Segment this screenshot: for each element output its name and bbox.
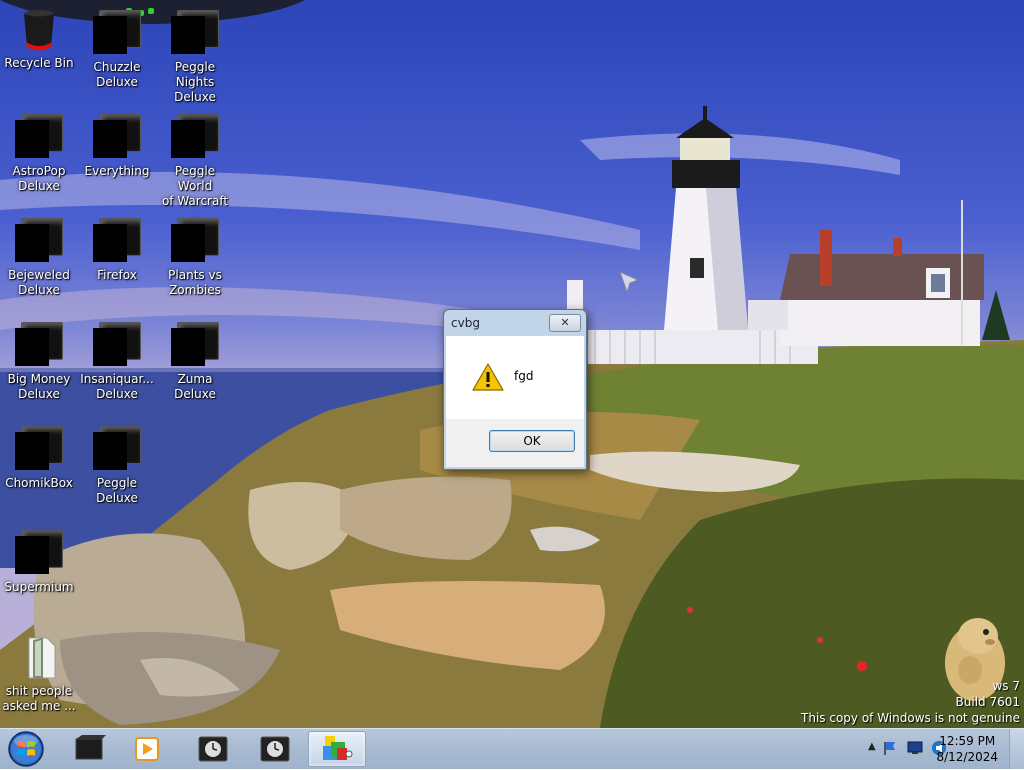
- clock-date: 8/12/2024: [936, 750, 998, 764]
- clock-app-icon: [198, 736, 228, 762]
- plants-vs-zombies-shortcut[interactable]: Plants vs Zombies: [156, 218, 234, 298]
- action-center-flag-icon[interactable]: [882, 740, 898, 756]
- dialog-close-button[interactable]: ✕: [549, 314, 581, 332]
- icon-label: Supermium: [4, 580, 74, 594]
- bejeweled-icon: [15, 218, 63, 266]
- insaniquarium-icon: [93, 322, 141, 370]
- bejeweled-shortcut[interactable]: Bejeweled Deluxe: [0, 218, 78, 298]
- text-file-icon: [15, 634, 63, 682]
- icon-label: Bejeweled Deluxe: [8, 268, 70, 297]
- everything-shortcut[interactable]: Everything: [78, 114, 156, 179]
- taskbar: ▲ 12:59 PM 8/12/2024: [0, 728, 1024, 769]
- taskbar-item-clock-app-2[interactable]: [248, 731, 302, 767]
- icon-label: Plants vs Zombies: [168, 268, 222, 297]
- clock-time: 12:59 PM: [939, 734, 996, 748]
- icon-label: Peggle World of Warcraft ...: [161, 164, 229, 223]
- icon-label: AstroPop Deluxe: [12, 164, 66, 193]
- warning-icon: [472, 363, 504, 391]
- start-button[interactable]: [6, 730, 46, 768]
- chuzzle-deluxe-shortcut[interactable]: Chuzzle Deluxe: [78, 10, 156, 90]
- zuma-deluxe-shortcut[interactable]: Zuma Deluxe: [156, 322, 234, 402]
- message-dialog: cvbg ✕ fgd OK: [443, 309, 587, 470]
- taskbar-clock[interactable]: 12:59 PM 8/12/2024: [936, 733, 998, 765]
- system-tray: ▲ 12:59 PM 8/12/2024: [844, 729, 1024, 769]
- black-box-app-icon: [75, 735, 106, 760]
- icon-label: Recycle Bin: [4, 56, 74, 70]
- supermium-shortcut[interactable]: Supermium: [0, 530, 78, 595]
- firefox-shortcut[interactable]: Firefox: [78, 218, 156, 283]
- insaniquarium-shortcut[interactable]: Insaniquar... Deluxe: [78, 322, 156, 402]
- taskbar-item-media-player[interactable]: [120, 731, 174, 767]
- close-icon: ✕: [560, 316, 570, 329]
- peggle-wow-icon: [171, 114, 219, 162]
- icon-label: ChomikBox: [5, 476, 73, 490]
- recycle-bin-icon: [15, 6, 63, 54]
- watermark-build: Build 7601: [955, 695, 1020, 709]
- taskbar-item-black-box-app[interactable]: [62, 731, 116, 767]
- dialog-body: fgd: [446, 336, 584, 419]
- chomikbox-icon: [15, 426, 63, 474]
- watermark-genuine-notice: This copy of Windows is not genuine: [801, 711, 1020, 725]
- peggle-deluxe-shortcut[interactable]: Peggle Deluxe: [78, 426, 156, 506]
- ok-button[interactable]: OK: [489, 430, 575, 452]
- astropop-shortcut[interactable]: AstroPop Deluxe: [0, 114, 78, 194]
- watermark-line: ws 7: [992, 679, 1020, 693]
- big-money-shortcut[interactable]: Big Money Deluxe: [0, 322, 78, 402]
- peggle-nights-shortcut[interactable]: Peggle Nights Deluxe: [156, 10, 234, 105]
- icon-label: shit people asked me ...: [2, 684, 76, 713]
- peggle-deluxe-icon: [93, 426, 141, 474]
- dialog-title: cvbg: [451, 316, 480, 330]
- icon-label: Chuzzle Deluxe: [93, 60, 141, 89]
- chuzzle-deluxe-icon: [93, 10, 141, 58]
- taskbar-item-active-app[interactable]: [308, 731, 366, 767]
- big-money-icon: [15, 322, 63, 370]
- colorful-shapes-app-icon: [323, 736, 353, 760]
- dialog-client-area: fgd OK: [446, 336, 584, 467]
- icon-label: Insaniquar... Deluxe: [80, 372, 154, 401]
- icon-label: Zuma Deluxe: [174, 372, 216, 401]
- peggle-nights-icon: [171, 10, 219, 58]
- astropop-icon: [15, 114, 63, 162]
- network-icon[interactable]: [906, 740, 924, 756]
- plants-vs-zombies-icon: [171, 218, 219, 266]
- icon-label: Peggle Deluxe: [96, 476, 138, 505]
- everything-icon: [93, 114, 141, 162]
- dialog-message: fgd: [514, 369, 534, 383]
- show-hidden-icons-arrow[interactable]: ▲: [868, 741, 876, 752]
- supermium-icon: [15, 530, 63, 578]
- recycle-bin-shortcut[interactable]: Recycle Bin: [0, 6, 78, 71]
- firefox-icon: [93, 218, 141, 266]
- icon-label: Everything: [84, 164, 150, 178]
- taskbar-item-clock-app-1[interactable]: [186, 731, 240, 767]
- show-desktop-button[interactable]: [1009, 729, 1024, 769]
- icon-label: Firefox: [97, 268, 137, 282]
- icon-label: Big Money Deluxe: [7, 372, 71, 401]
- peggle-wow-shortcut[interactable]: Peggle World of Warcraft ...: [156, 114, 234, 224]
- clock-app-icon: [260, 736, 290, 762]
- zuma-icon: [171, 322, 219, 370]
- mouse-cursor-icon: [619, 271, 640, 294]
- windows-watermark: ws 7 Build 7601 This copy of Windows is …: [801, 678, 1020, 726]
- chomikbox-shortcut[interactable]: ChomikBox: [0, 426, 78, 491]
- icon-label: Peggle Nights Deluxe: [174, 60, 216, 104]
- text-file-shortcut[interactable]: shit people asked me ...: [0, 634, 78, 714]
- media-player-icon: [135, 737, 159, 761]
